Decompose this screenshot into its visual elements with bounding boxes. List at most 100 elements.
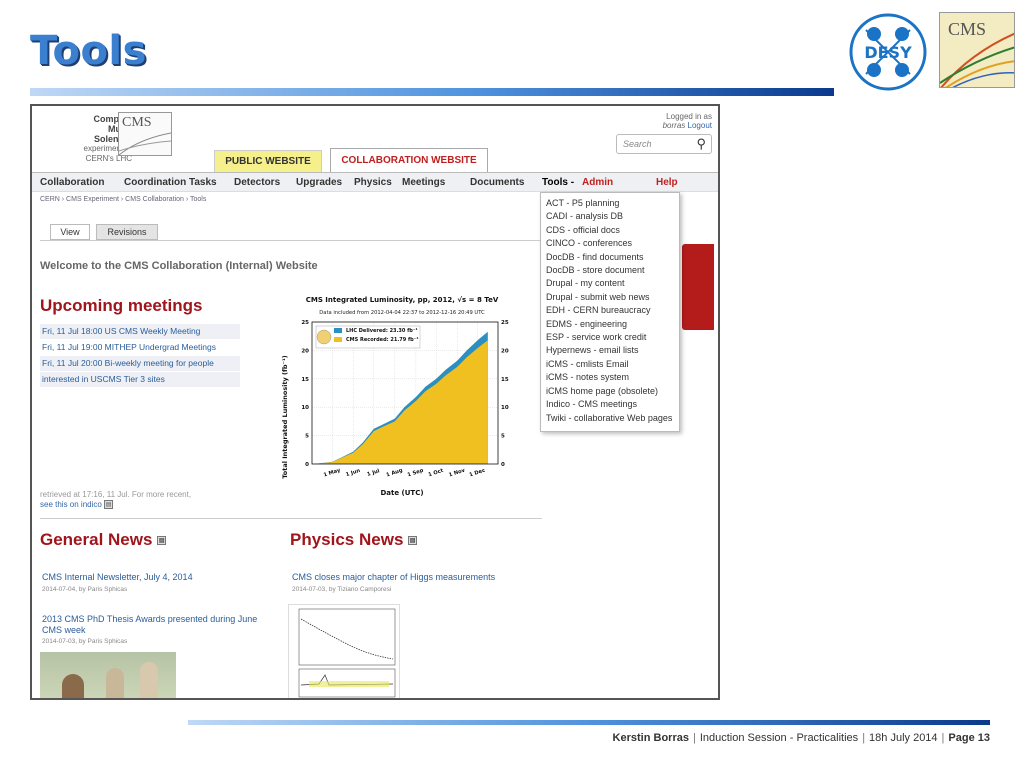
meeting-item[interactable]: interested in USCMS Tier 3 sites (40, 372, 240, 387)
slide-title: Tools (30, 28, 147, 74)
footer-bar (188, 720, 990, 725)
news-photo[interactable] (40, 652, 176, 698)
tools-menu-item[interactable]: iCMS - cmlists Email (546, 358, 674, 371)
tools-menu-item[interactable]: Hypernews - email lists (546, 344, 674, 357)
logout-link[interactable]: Logout (688, 121, 712, 130)
tools-menu-item[interactable]: Indico - CMS meetings (546, 398, 674, 411)
news-meta: 2014-07-04, by Paris Sphicas (42, 586, 128, 593)
y-tick-label: 0 (501, 462, 505, 468)
legend-swatch (334, 328, 342, 333)
slide-footer: Kerstin Borras | Induction Session - Pract… (612, 732, 990, 744)
x-tick-label: 1 Jun (345, 468, 361, 478)
meeting-item[interactable]: Fri, 11 Jul 18:00 US CMS Weekly Meeting (40, 324, 240, 339)
tools-menu-item[interactable]: Drupal - my content (546, 277, 674, 290)
news-meta: 2014-07-03, by Tiziano Camporesi (292, 586, 392, 593)
tools-menu-item[interactable]: Drupal - submit web news (546, 291, 674, 304)
nav-physics[interactable]: Physics (354, 177, 392, 188)
x-tick-label: 1 Jul (366, 468, 380, 478)
search-icon[interactable]: ⚲ (696, 136, 706, 152)
login-status: Logged in as borras Logout (662, 112, 712, 130)
chart-plot-area: 0 0 5 5 10 10 15 15 20 20 25 25 1 May 1 Jun 1 Jul 1 Aug… (301, 320, 508, 479)
tools-menu-item[interactable]: iCMS home page (obsolete) (546, 385, 674, 398)
tools-menu-item[interactable]: EDH - CERN bureaucracy (546, 304, 674, 317)
tools-menu-item[interactable]: Twiki - collaborative Web pages (546, 412, 674, 425)
indico-link[interactable]: see this on indico (40, 500, 102, 509)
nav-help[interactable]: Help (656, 177, 678, 188)
tools-menu-item[interactable]: ACT - P5 planning (546, 197, 674, 210)
nav-detectors[interactable]: Detectors (234, 177, 280, 188)
cms-emblem-icon (316, 329, 332, 345)
search-input[interactable]: Search ⚲ (616, 134, 712, 154)
cms-site-logo[interactable]: CMS (118, 112, 172, 156)
retrieved-note: retrieved at 17:16, 11 Jul. For more rec… (40, 490, 192, 510)
content-divider (40, 518, 542, 519)
x-tick-label: 1 Oct (428, 468, 445, 479)
legend-label: CMS Recorded: 21.79 fb⁻¹ (346, 337, 419, 343)
y-tick-label: 15 (301, 377, 309, 383)
calendar-icon[interactable]: ▤ (104, 500, 114, 510)
upcoming-meetings-heading: Upcoming meetings (40, 296, 203, 315)
chart-subtitle: Data included from 2012-04-04 22:37 to 2… (319, 310, 485, 316)
y-tick-label: 20 (501, 348, 509, 354)
tab-public-website[interactable]: PUBLIC WEBSITE (214, 150, 322, 172)
tab-revisions[interactable]: Revisions (96, 224, 158, 240)
desy-logo: DESY (849, 13, 927, 91)
y-tick-label: 5 (501, 434, 505, 440)
svg-text:CMS: CMS (948, 19, 986, 39)
tools-menu-item[interactable]: EDMS - engineering (546, 318, 674, 331)
y-tick-label: 0 (305, 462, 309, 468)
tools-menu-item[interactable]: iCMS - notes system (546, 371, 674, 384)
tab-view[interactable]: View (50, 224, 90, 240)
rss-icon[interactable]: ▤ (408, 536, 418, 546)
y-tick-label: 25 (301, 320, 309, 326)
news-title[interactable]: 2013 CMS PhD Thesis Awards presented dur… (42, 614, 274, 636)
y-tick-label: 20 (301, 348, 309, 354)
meeting-item[interactable]: Fri, 11 Jul 19:00 MITHEP Undergrad Meeti… (40, 340, 240, 355)
legend-swatch (334, 337, 342, 342)
legend-label: LHC Delivered: 23.30 fb⁻¹ (346, 328, 418, 334)
y-tick-label: 10 (501, 405, 509, 411)
news-meta: 2014-07-03, by Paris Sphicas (42, 638, 128, 645)
tools-menu-item[interactable]: ESP - service work credit (546, 331, 674, 344)
x-tick-label: 1 Dec (469, 468, 486, 479)
chart-title: CMS Integrated Luminosity, pp, 2012, √s … (306, 296, 499, 304)
tools-menu-item[interactable]: CINCO - conferences (546, 237, 674, 250)
chart-xlabel: Date (UTC) (380, 489, 423, 497)
meeting-item[interactable]: Fri, 11 Jul 20:00 Bi-weekly meeting for … (40, 356, 240, 371)
y-tick-label: 15 (501, 377, 509, 383)
higgs-plot-thumbnail[interactable] (288, 604, 400, 698)
tools-menu-item[interactable]: CDS - official docs (546, 224, 674, 237)
nav-collaboration[interactable]: Collaboration (40, 177, 104, 188)
x-tick-label: 1 May (323, 467, 342, 478)
tab-collaboration-website[interactable]: COLLABORATION WEBSITE (330, 148, 488, 172)
welcome-heading: Welcome to the CMS Collaboration (Intern… (40, 260, 318, 272)
tools-menu-item[interactable]: CADI - analysis DB (546, 210, 674, 223)
chart-ylabel: Total Integrated Luminosity (fb⁻¹) (281, 355, 289, 479)
tools-dropdown-menu: ACT - P5 planning CADI - analysis DB CDS -… (540, 192, 680, 432)
cms-logo: CMS (939, 12, 1015, 88)
nav-meetings[interactable]: Meetings (402, 177, 445, 188)
main-nav: Collaboration Coordination Tasks Detecto… (32, 172, 718, 192)
nav-documents[interactable]: Documents (470, 177, 524, 188)
website-screenshot: Compact Muon Solenoid experiment at CERN… (30, 104, 720, 700)
y-tick-label: 10 (301, 405, 309, 411)
nav-upgrades[interactable]: Upgrades (296, 177, 342, 188)
y-tick-label: 5 (305, 434, 309, 440)
x-tick-label: 1 Nov (448, 467, 466, 478)
nav-admin[interactable]: Admin (582, 177, 613, 188)
general-news-heading: General News ▤ (40, 530, 167, 549)
tools-menu-item[interactable]: DocDB - store document (546, 264, 674, 277)
luminosity-chart: CMS Integrated Luminosity, pp, 2012, √s … (278, 292, 526, 498)
news-title[interactable]: CMS closes major chapter of Higgs measur… (292, 572, 532, 583)
nav-tools[interactable]: Tools - (542, 177, 574, 188)
rss-icon[interactable]: ▤ (157, 536, 167, 546)
luminosity-chart-svg: CMS Integrated Luminosity, pp, 2012, √s … (281, 296, 509, 497)
physics-news-heading: Physics News ▤ (290, 530, 418, 549)
nav-coordination-tasks[interactable]: Coordination Tasks (124, 177, 217, 188)
tools-menu-item[interactable]: DocDB - find documents (546, 251, 674, 264)
svg-text:DESY: DESY (864, 43, 912, 62)
breadcrumb: CERN › CMS Experiment › CMS Collaboratio… (40, 196, 207, 203)
promo-block[interactable] (682, 244, 714, 330)
x-tick-label: 1 Aug (386, 468, 404, 479)
news-title[interactable]: CMS Internal Newsletter, July 4, 2014 (42, 572, 272, 583)
